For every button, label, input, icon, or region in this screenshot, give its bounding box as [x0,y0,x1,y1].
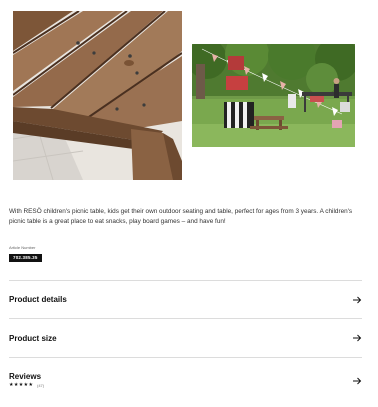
reviews-accordion[interactable]: Reviews ★★★★★ (47) [9,357,362,398]
article-number-label: Article Number [9,245,36,250]
rating-stars: ★★★★★ [9,382,34,388]
review-count: (47) [37,383,45,388]
product-image-garden-party[interactable] [192,44,355,147]
arrow-right-icon [353,296,362,304]
product-image-wood-closeup[interactable] [13,11,182,180]
product-page: With RESÖ children's picnic table, kids … [0,0,378,407]
product-details-accordion[interactable]: Product details [9,280,362,319]
arrow-right-icon [353,377,362,385]
article-number-badge: 702.385.35 [9,254,42,262]
product-details-title: Product details [9,295,67,304]
arrow-right-icon [353,334,362,342]
product-size-title: Product size [9,334,57,343]
garden-party-illustration [192,44,355,147]
reviews-title: Reviews [9,372,42,381]
product-size-accordion[interactable]: Product size [9,318,362,357]
product-description: With RESÖ children's picnic table, kids … [9,208,353,225]
wood-closeup-illustration [13,11,182,180]
